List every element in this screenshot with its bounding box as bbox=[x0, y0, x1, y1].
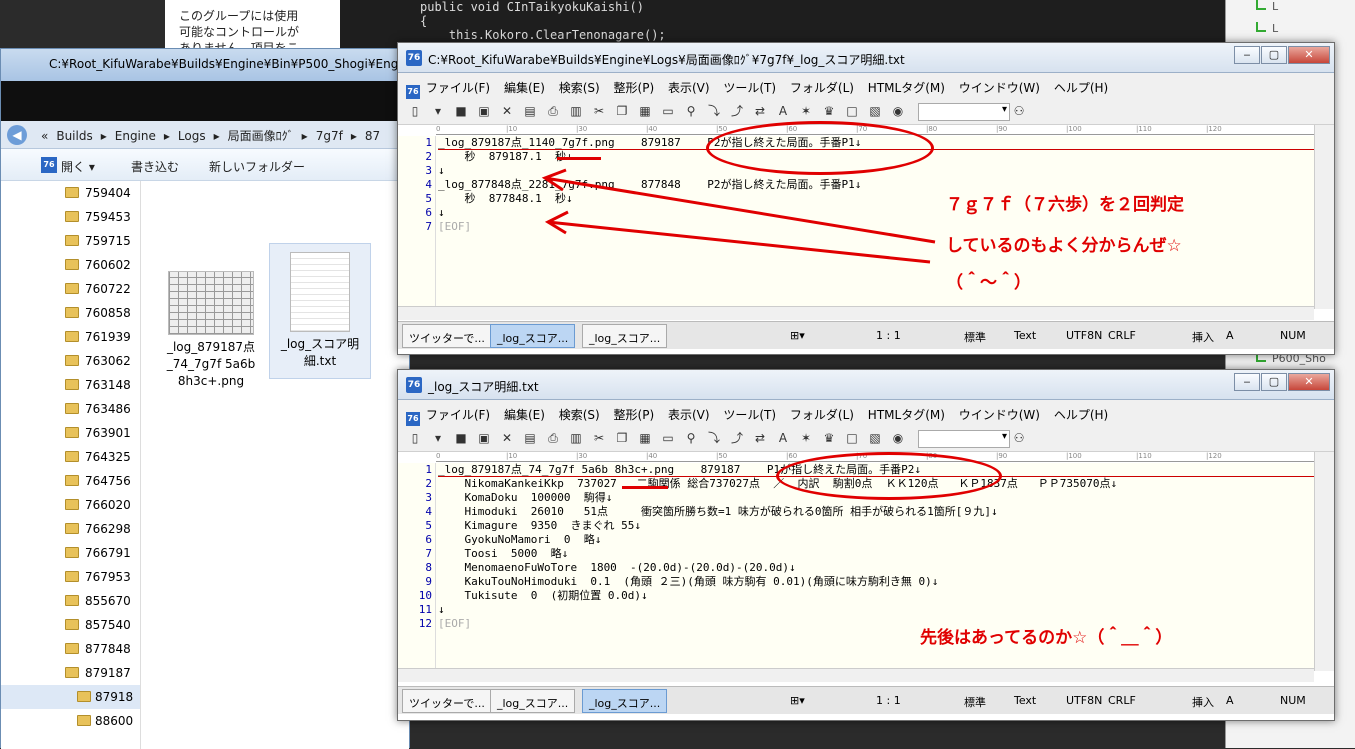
annotation-note-line1: ７ｇ７ｆ（７六歩）を２回判定 bbox=[946, 195, 1184, 215]
annotation-arrow-line bbox=[547, 220, 931, 264]
annotation-note-2: 先後はあってるのか☆（＾＿＾） bbox=[920, 628, 1173, 648]
annotation-note-line3: （＾～＾） bbox=[946, 273, 1031, 293]
annotation-arrow-line bbox=[544, 176, 936, 244]
annotation-note-line2: しているのもよく分からんぜ☆ bbox=[946, 236, 1182, 256]
